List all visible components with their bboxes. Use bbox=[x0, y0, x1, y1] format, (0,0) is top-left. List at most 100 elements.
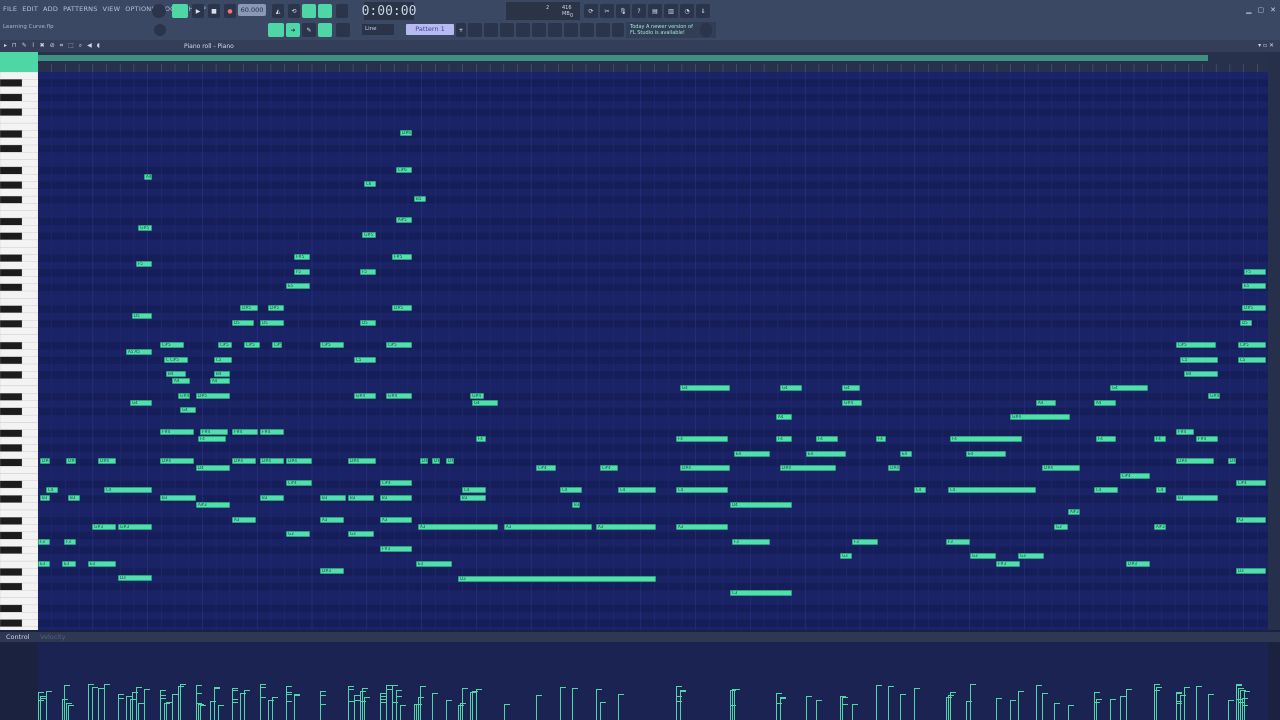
note[interactable]: B3 bbox=[320, 495, 346, 501]
magnet-icon[interactable]: ⊓ bbox=[12, 42, 17, 50]
note[interactable]: C3 bbox=[730, 590, 792, 596]
white-key[interactable] bbox=[0, 487, 38, 496]
velocity-stem[interactable] bbox=[734, 690, 735, 720]
velocity-stem[interactable] bbox=[1018, 692, 1019, 720]
velocity-stem[interactable] bbox=[104, 685, 105, 720]
note[interactable]: D4 bbox=[196, 465, 230, 471]
note[interactable]: C5 bbox=[214, 357, 232, 363]
velocity-stem[interactable] bbox=[160, 691, 161, 720]
velocity-stem[interactable] bbox=[294, 695, 295, 720]
note[interactable]: B4 bbox=[1184, 371, 1218, 377]
note[interactable]: B3 bbox=[380, 495, 412, 501]
note[interactable]: A#5 bbox=[396, 217, 412, 223]
note[interactable]: C4 bbox=[618, 487, 656, 493]
note[interactable]: D#4 bbox=[780, 465, 836, 471]
note[interactable]: C4 bbox=[914, 487, 926, 493]
velocity-stem[interactable] bbox=[432, 694, 433, 720]
note[interactable]: D#4 bbox=[432, 458, 440, 464]
white-key[interactable] bbox=[0, 502, 38, 511]
velocity-stem[interactable] bbox=[1126, 690, 1127, 720]
white-key[interactable] bbox=[0, 560, 38, 569]
velocity-stem[interactable] bbox=[130, 700, 131, 720]
note[interactable]: F#5 bbox=[294, 254, 310, 260]
velocity-stem[interactable] bbox=[1110, 700, 1111, 720]
note[interactable]: B3 bbox=[160, 495, 196, 501]
note[interactable]: F3 bbox=[852, 539, 878, 545]
velocity-stem[interactable] bbox=[1120, 697, 1121, 720]
white-key[interactable] bbox=[0, 414, 38, 423]
velocity-stem[interactable] bbox=[1242, 706, 1243, 720]
velocity-stem[interactable] bbox=[178, 687, 179, 720]
note[interactable]: B4 bbox=[214, 371, 230, 377]
velocity-stem[interactable] bbox=[200, 706, 201, 720]
undo-history-icon[interactable]: ⟳ bbox=[584, 4, 598, 18]
velocity-stem[interactable] bbox=[1180, 696, 1181, 720]
velocity-stem[interactable] bbox=[1184, 688, 1185, 720]
velocity-stem[interactable] bbox=[1154, 691, 1155, 720]
velocity-stem[interactable] bbox=[852, 705, 853, 720]
velocity-stem[interactable] bbox=[1156, 688, 1157, 720]
note[interactable]: G3 bbox=[286, 531, 310, 537]
velocity-stem[interactable] bbox=[1176, 693, 1177, 720]
black-key[interactable] bbox=[0, 181, 23, 189]
note[interactable]: D#5 bbox=[392, 305, 412, 311]
white-key[interactable] bbox=[0, 590, 38, 598]
note[interactable]: E4 bbox=[806, 451, 846, 457]
note[interactable]: A3 bbox=[504, 524, 592, 530]
velocity-stem[interactable] bbox=[1068, 706, 1069, 720]
note[interactable]: F#3 bbox=[996, 561, 1020, 567]
note[interactable]: F#4 bbox=[232, 429, 258, 435]
note[interactable]: G4 bbox=[472, 400, 498, 406]
black-key[interactable] bbox=[0, 254, 23, 262]
velocity-stem[interactable] bbox=[460, 704, 461, 720]
white-key[interactable] bbox=[0, 86, 38, 95]
note[interactable]: D#4 bbox=[66, 458, 76, 464]
velocity-stem[interactable] bbox=[392, 686, 393, 720]
white-key[interactable] bbox=[0, 553, 38, 562]
white-key[interactable] bbox=[0, 327, 38, 335]
velocity-stem[interactable] bbox=[272, 698, 273, 720]
velocity-stem[interactable] bbox=[504, 705, 505, 720]
note[interactable]: A4 bbox=[1094, 400, 1116, 406]
note[interactable]: C#5 bbox=[1176, 342, 1216, 348]
white-key[interactable] bbox=[0, 575, 38, 584]
velocity-stem[interactable] bbox=[418, 698, 419, 720]
channel-rack-icon[interactable] bbox=[468, 23, 482, 37]
note[interactable]: C4 bbox=[46, 487, 58, 493]
note[interactable]: G4 bbox=[780, 385, 802, 391]
velocity-stem[interactable] bbox=[214, 688, 215, 720]
note[interactable]: G#3 bbox=[118, 524, 152, 530]
velocity-stem[interactable] bbox=[98, 689, 99, 720]
note[interactable]: F#5 bbox=[392, 254, 412, 260]
note[interactable]: F5 bbox=[1244, 269, 1266, 275]
pencil-tool-icon[interactable]: ✎ bbox=[22, 42, 27, 50]
velocity-stem[interactable] bbox=[360, 692, 361, 720]
note[interactable]: C6 bbox=[364, 181, 376, 187]
note[interactable]: E4 bbox=[900, 451, 912, 457]
note[interactable]: G3 bbox=[970, 553, 996, 559]
white-key[interactable] bbox=[0, 400, 38, 408]
piano-keys[interactable] bbox=[0, 72, 38, 630]
velocity-stem[interactable] bbox=[240, 694, 241, 720]
menu-arrow-icon[interactable]: ▸ bbox=[4, 42, 7, 50]
note[interactable]: C4 bbox=[1094, 487, 1118, 493]
velocity-stem[interactable] bbox=[1228, 701, 1229, 720]
velocity-stem[interactable] bbox=[1196, 687, 1197, 720]
note[interactable]: A#3 bbox=[1154, 524, 1166, 530]
note[interactable]: E4 bbox=[966, 451, 1006, 457]
velocity-stem[interactable] bbox=[380, 694, 381, 720]
note[interactable]: F#4 bbox=[160, 429, 194, 435]
note[interactable]: F4 bbox=[1096, 436, 1116, 442]
velocity-stem[interactable] bbox=[776, 704, 777, 720]
piano-keyboard[interactable] bbox=[0, 72, 38, 630]
note[interactable]: D3 bbox=[118, 575, 152, 581]
white-key[interactable] bbox=[0, 436, 38, 445]
wait-record-icon[interactable]: ⟲ bbox=[288, 4, 300, 18]
note[interactable]: F4 bbox=[876, 436, 886, 442]
velocity-stem[interactable] bbox=[198, 705, 199, 720]
black-key[interactable] bbox=[0, 268, 23, 277]
note[interactable]: G3 bbox=[1018, 553, 1044, 559]
white-key[interactable] bbox=[0, 466, 38, 474]
velocity-stem[interactable] bbox=[138, 704, 139, 720]
chat-icon[interactable]: ◔ bbox=[680, 4, 694, 18]
